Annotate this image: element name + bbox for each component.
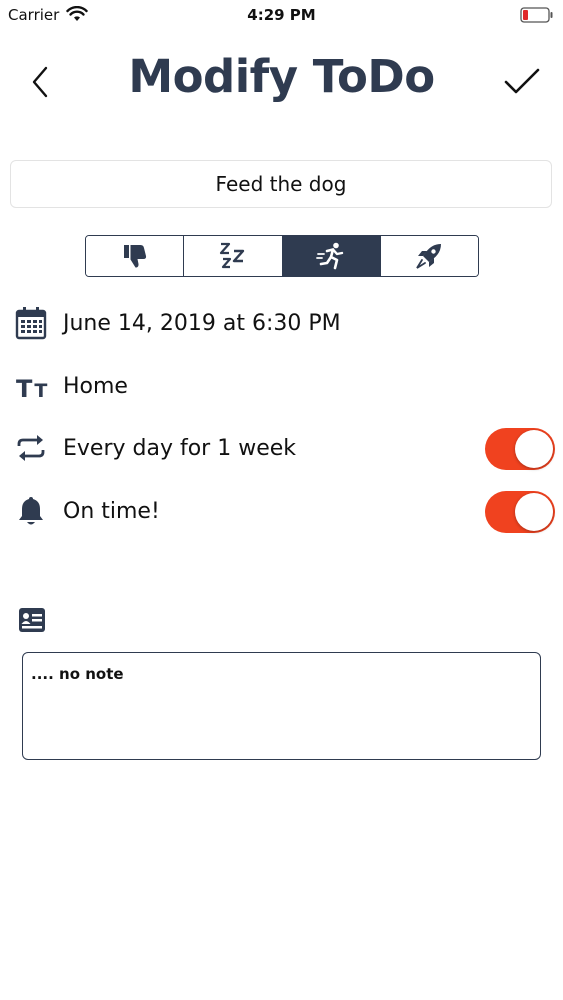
repeat-toggle[interactable] bbox=[485, 428, 555, 470]
status-bar: Carrier 4:29 PM bbox=[0, 0, 563, 30]
date-row[interactable]: June 14, 2019 at 6:30 PM bbox=[14, 303, 554, 343]
running-person-icon bbox=[316, 242, 344, 270]
back-button[interactable] bbox=[24, 60, 60, 104]
category-row[interactable]: TT Home bbox=[14, 366, 554, 406]
priority-segmented-control bbox=[85, 235, 479, 277]
toggle-knob bbox=[515, 430, 553, 468]
category-label: Home bbox=[63, 374, 128, 399]
thumbs-down-icon bbox=[123, 245, 146, 268]
alert-row: On time! bbox=[14, 491, 555, 533]
repeat-row: Every day for 1 week bbox=[14, 428, 555, 470]
text-size-icon: TT bbox=[16, 375, 50, 403]
battery-icon bbox=[520, 7, 553, 23]
alert-label: On time! bbox=[63, 499, 160, 524]
status-time: 4:29 PM bbox=[247, 6, 316, 24]
snooze-zzz-icon bbox=[219, 242, 245, 269]
segment-running[interactable] bbox=[282, 236, 381, 276]
repeat-icon bbox=[17, 435, 45, 461]
date-label: June 14, 2019 at 6:30 PM bbox=[63, 311, 341, 336]
alert-toggle[interactable] bbox=[485, 491, 555, 533]
segment-rocket[interactable] bbox=[380, 236, 478, 276]
bell-icon bbox=[19, 497, 43, 525]
rocket-icon bbox=[416, 244, 442, 269]
toggle-knob bbox=[515, 493, 553, 531]
page-title: Modify ToDo bbox=[128, 50, 435, 103]
segment-snooze[interactable] bbox=[184, 236, 283, 276]
task-name-input[interactable] bbox=[10, 160, 552, 208]
chevron-left-icon bbox=[32, 66, 48, 98]
note-textarea[interactable]: .... no note bbox=[22, 652, 541, 760]
checkmark-icon bbox=[504, 68, 540, 94]
repeat-label: Every day for 1 week bbox=[63, 436, 297, 461]
calendar-icon bbox=[15, 307, 47, 340]
note-text: .... no note bbox=[31, 665, 124, 683]
segment-thumbs-down[interactable] bbox=[86, 236, 185, 276]
done-button[interactable] bbox=[500, 62, 544, 102]
note-card-icon bbox=[19, 608, 45, 632]
